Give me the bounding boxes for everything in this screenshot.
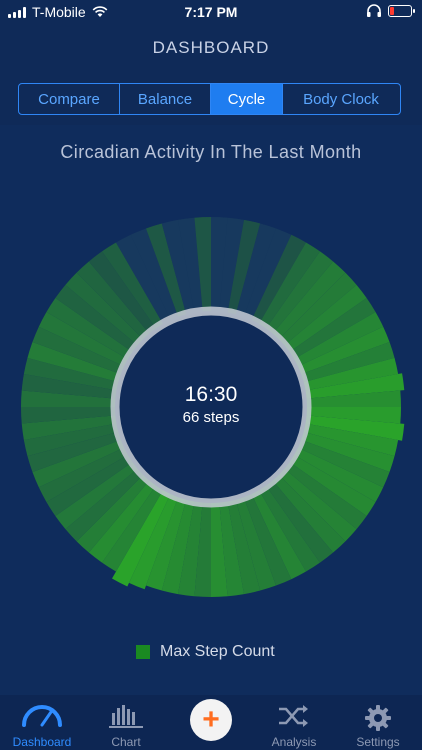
segment-compare[interactable]: Compare	[19, 84, 120, 114]
tab-label: Chart	[111, 735, 141, 749]
tab-label: Dashboard	[12, 735, 72, 749]
segment-body-clock[interactable]: Body Clock	[283, 84, 399, 114]
plus-icon: +	[202, 703, 220, 736]
legend-swatch	[136, 645, 150, 659]
legend-label: Max Step Count	[160, 643, 275, 660]
status-right	[366, 4, 415, 17]
status-time: 7:17 PM	[184, 4, 238, 20]
page-title: DASHBOARD	[152, 38, 270, 57]
center-time: 16:30	[184, 383, 238, 406]
segment-cycle[interactable]: Cycle	[211, 84, 283, 114]
tab-settings[interactable]: Settings	[336, 695, 420, 750]
chart-subtitle: Circadian Activity In The Last Month	[60, 142, 362, 162]
speedometer-icon	[22, 705, 62, 727]
segmented-control: Compare Balance Cycle Body Clock	[18, 83, 401, 115]
headphones-icon	[367, 4, 381, 17]
segment-balance[interactable]: Balance	[120, 84, 211, 114]
tab-analysis[interactable]: Analysis	[252, 695, 336, 750]
tab-dashboard[interactable]: Dashboard	[0, 695, 84, 750]
gear-icon	[365, 705, 391, 731]
battery-icon	[388, 4, 415, 17]
tab-chart[interactable]: Chart	[84, 695, 168, 750]
tab-label: Analysis	[271, 735, 317, 749]
bar-chart-icon	[109, 705, 143, 728]
status-bar: T-Mobile 7:17 PM	[0, 0, 422, 24]
center-steps: 66 steps	[182, 409, 240, 426]
shuffle-icon	[279, 705, 308, 727]
chart-legend: Max Step Count	[136, 643, 275, 661]
add-button[interactable]: +	[190, 699, 232, 741]
tab-label: Settings	[356, 735, 400, 749]
